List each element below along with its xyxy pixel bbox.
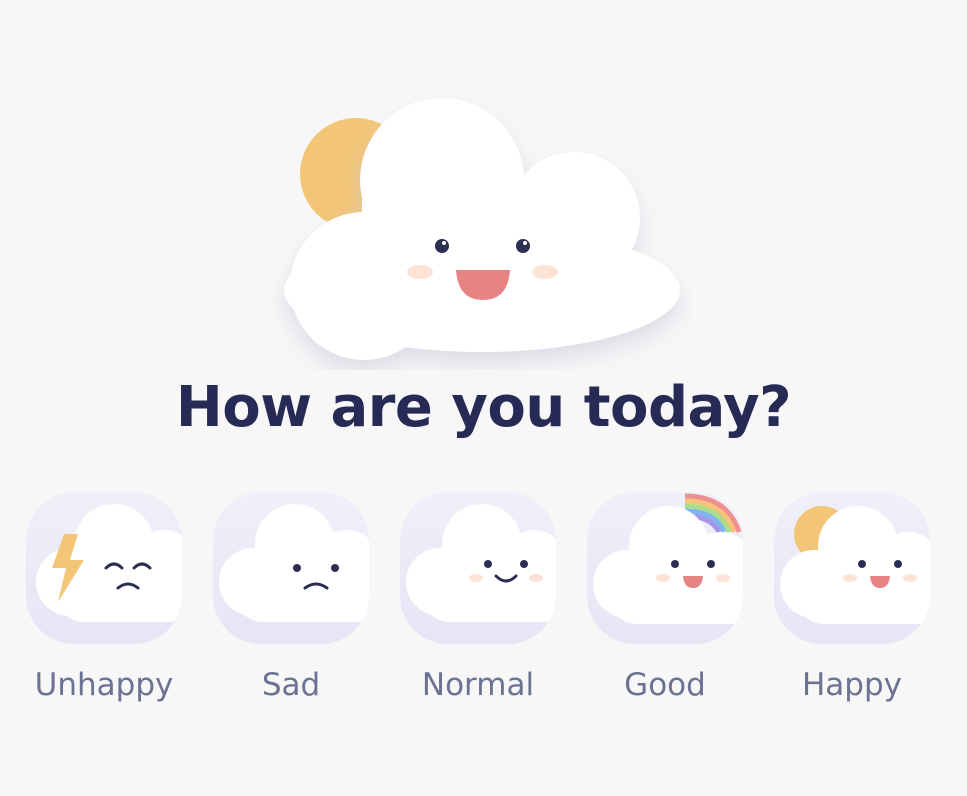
mood-label: Sad — [261, 667, 321, 703]
left-cheek — [407, 265, 433, 279]
hero-cloud-illustration — [272, 90, 692, 370]
mood-option-normal[interactable]: Normal — [386, 492, 566, 717]
page-title: How are you today? — [175, 375, 792, 440]
mood-tile[interactable] — [774, 492, 930, 644]
right-eye — [516, 239, 530, 253]
mood-option-good[interactable]: Good — [573, 492, 753, 717]
mood-option-sad[interactable]: Sad — [199, 492, 379, 717]
happy-cloud-with-sun-icon — [284, 98, 680, 360]
cloud-smile-icon — [406, 504, 556, 622]
cloud-rainbow-icon — [593, 493, 743, 624]
mood-label: Normal — [421, 667, 535, 703]
mood-tile[interactable] — [213, 492, 369, 644]
mood-tile[interactable] — [587, 492, 743, 644]
cloud-frown-icon — [219, 504, 369, 622]
mood-label: Unhappy — [34, 667, 174, 703]
mood-label: Good — [624, 667, 706, 703]
mood-option-happy[interactable]: Happy — [760, 492, 940, 717]
left-eye — [435, 239, 449, 253]
cloud-lightning-icon — [36, 504, 182, 622]
mood-tile[interactable] — [400, 492, 556, 644]
right-cheek — [532, 265, 558, 279]
mood-option-unhappy[interactable]: Unhappy — [12, 492, 192, 717]
mood-tile[interactable] — [26, 492, 182, 644]
cloud-sun-icon — [780, 506, 930, 624]
mood-selector: Unhappy Sad Normal Good Happy — [0, 492, 967, 722]
mood-label: Happy — [801, 667, 902, 703]
